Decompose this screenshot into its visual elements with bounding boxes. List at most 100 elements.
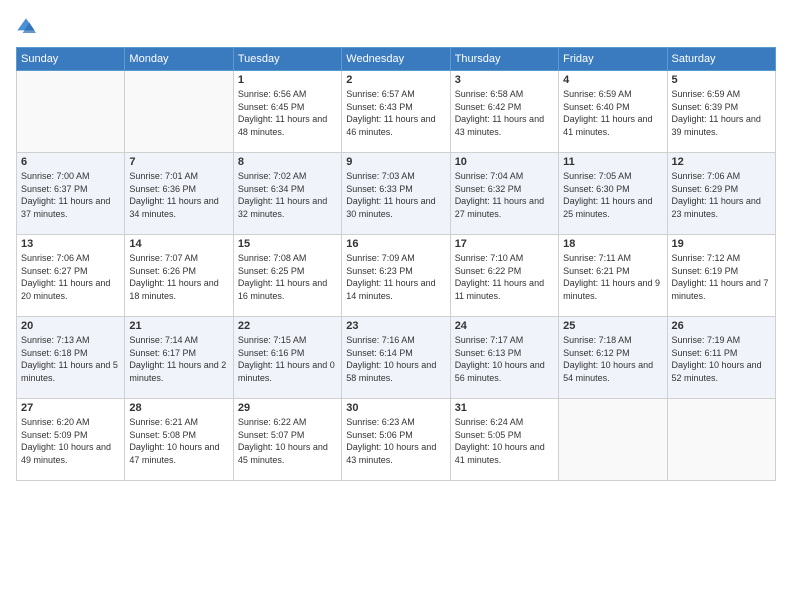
day-info: Sunrise: 6:24 AM Sunset: 5:05 PM Dayligh… [455,416,554,466]
day-info: Sunrise: 7:03 AM Sunset: 6:33 PM Dayligh… [346,170,445,220]
calendar-cell: 10 Sunrise: 7:04 AM Sunset: 6:32 PM Dayli… [450,153,558,235]
weekday-header: Thursday [450,48,558,71]
day-number: 10 [455,156,554,168]
day-number: 26 [672,320,771,332]
weekday-header: Friday [559,48,667,71]
calendar-cell: 5 Sunrise: 6:59 AM Sunset: 6:39 PM Daylig… [667,71,775,153]
calendar-week-row: 20 Sunrise: 7:13 AM Sunset: 6:18 PM Dayli… [17,317,776,399]
day-number: 31 [455,402,554,414]
calendar-week-row: 1Sunrise: 6:56 AM Sunset: 6:45 PM Daylig… [17,71,776,153]
calendar-cell: 9 Sunrise: 7:03 AM Sunset: 6:33 PM Daylig… [342,153,450,235]
day-number: 11 [563,156,662,168]
calendar-cell: 19Sunrise: 7:12 AM Sunset: 6:19 PM Dayli… [667,235,775,317]
day-info: Sunrise: 7:13 AM Sunset: 6:18 PM Dayligh… [21,334,120,384]
weekday-header: Saturday [667,48,775,71]
day-info: Sunrise: 7:18 AM Sunset: 6:12 PM Dayligh… [563,334,662,384]
day-number: 28 [129,402,228,414]
day-number: 7 [129,156,228,168]
calendar-week-row: 13 Sunrise: 7:06 AM Sunset: 6:27 PM Dayli… [17,235,776,317]
calendar-cell: 31 Sunrise: 6:24 AM Sunset: 5:05 PM Dayli… [450,399,558,481]
calendar-cell: 29 Sunrise: 6:22 AM Sunset: 5:07 PM Dayli… [233,399,341,481]
day-info: Sunrise: 7:17 AM Sunset: 6:13 PM Dayligh… [455,334,554,384]
day-info: Sunrise: 7:16 AM Sunset: 6:14 PM Dayligh… [346,334,445,384]
day-info: Sunrise: 7:12 AM Sunset: 6:19 PM Dayligh… [672,252,771,302]
calendar-cell: 27 Sunrise: 6:20 AM Sunset: 5:09 PM Dayli… [17,399,125,481]
calendar-cell: 11 Sunrise: 7:05 AM Sunset: 6:30 PM Dayli… [559,153,667,235]
calendar-cell: 30 Sunrise: 6:23 AM Sunset: 5:06 PM Dayli… [342,399,450,481]
day-number: 25 [563,320,662,332]
day-info: Sunrise: 7:06 AM Sunset: 6:27 PM Dayligh… [21,252,120,302]
calendar-cell: 28 Sunrise: 6:21 AM Sunset: 5:08 PM Dayli… [125,399,233,481]
logo [16,16,40,37]
day-number: 1 [238,74,337,86]
day-number: 6 [21,156,120,168]
calendar-cell: 21 Sunrise: 7:14 AM Sunset: 6:17 PM Dayli… [125,317,233,399]
calendar-week-row: 6 Sunrise: 7:00 AM Sunset: 6:37 PM Daylig… [17,153,776,235]
calendar-cell: 16 Sunrise: 7:09 AM Sunset: 6:23 PM Dayli… [342,235,450,317]
day-info: Sunrise: 6:57 AM Sunset: 6:43 PM Dayligh… [346,88,445,138]
day-info: Sunrise: 6:22 AM Sunset: 5:07 PM Dayligh… [238,416,337,466]
day-number: 9 [346,156,445,168]
calendar-cell: 8Sunrise: 7:02 AM Sunset: 6:34 PM Daylig… [233,153,341,235]
calendar-cell: 23 Sunrise: 7:16 AM Sunset: 6:14 PM Dayli… [342,317,450,399]
header [16,16,776,37]
day-number: 4 [563,74,662,86]
day-number: 2 [346,74,445,86]
calendar-cell [17,71,125,153]
day-number: 14 [129,238,228,250]
calendar-cell: 18Sunrise: 7:11 AM Sunset: 6:21 PM Dayli… [559,235,667,317]
day-number: 3 [455,74,554,86]
weekday-header: Sunday [17,48,125,71]
day-number: 27 [21,402,120,414]
day-info: Sunrise: 7:10 AM Sunset: 6:22 PM Dayligh… [455,252,554,302]
day-number: 15 [238,238,337,250]
day-number: 29 [238,402,337,414]
day-number: 16 [346,238,445,250]
calendar-cell [559,399,667,481]
day-info: Sunrise: 6:21 AM Sunset: 5:08 PM Dayligh… [129,416,228,466]
calendar-cell: 15 Sunrise: 7:08 AM Sunset: 6:25 PM Dayli… [233,235,341,317]
day-info: Sunrise: 6:59 AM Sunset: 6:40 PM Dayligh… [563,88,662,138]
day-number: 13 [21,238,120,250]
day-info: Sunrise: 7:08 AM Sunset: 6:25 PM Dayligh… [238,252,337,302]
day-info: Sunrise: 7:11 AM Sunset: 6:21 PM Dayligh… [563,252,662,302]
calendar-cell: 1Sunrise: 6:56 AM Sunset: 6:45 PM Daylig… [233,71,341,153]
day-info: Sunrise: 7:04 AM Sunset: 6:32 PM Dayligh… [455,170,554,220]
day-info: Sunrise: 6:23 AM Sunset: 5:06 PM Dayligh… [346,416,445,466]
calendar-cell: 26Sunrise: 7:19 AM Sunset: 6:11 PM Dayli… [667,317,775,399]
day-info: Sunrise: 7:07 AM Sunset: 6:26 PM Dayligh… [129,252,228,302]
day-info: Sunrise: 7:15 AM Sunset: 6:16 PM Dayligh… [238,334,337,384]
calendar-cell: 4 Sunrise: 6:59 AM Sunset: 6:40 PM Daylig… [559,71,667,153]
calendar-cell: 13 Sunrise: 7:06 AM Sunset: 6:27 PM Dayli… [17,235,125,317]
day-number: 12 [672,156,771,168]
day-info: Sunrise: 7:00 AM Sunset: 6:37 PM Dayligh… [21,170,120,220]
day-info: Sunrise: 7:05 AM Sunset: 6:30 PM Dayligh… [563,170,662,220]
day-info: Sunrise: 6:58 AM Sunset: 6:42 PM Dayligh… [455,88,554,138]
calendar-cell: 7Sunrise: 7:01 AM Sunset: 6:36 PM Daylig… [125,153,233,235]
day-info: Sunrise: 7:09 AM Sunset: 6:23 PM Dayligh… [346,252,445,302]
day-number: 17 [455,238,554,250]
calendar-cell: 25 Sunrise: 7:18 AM Sunset: 6:12 PM Dayli… [559,317,667,399]
calendar-cell: 24Sunrise: 7:17 AM Sunset: 6:13 PM Dayli… [450,317,558,399]
page: SundayMondayTuesdayWednesdayThursdayFrid… [0,0,792,612]
calendar-cell: 22 Sunrise: 7:15 AM Sunset: 6:16 PM Dayli… [233,317,341,399]
calendar-cell: 20 Sunrise: 7:13 AM Sunset: 6:18 PM Dayli… [17,317,125,399]
calendar-cell: 6 Sunrise: 7:00 AM Sunset: 6:37 PM Daylig… [17,153,125,235]
calendar-cell: 12Sunrise: 7:06 AM Sunset: 6:29 PM Dayli… [667,153,775,235]
day-number: 5 [672,74,771,86]
day-info: Sunrise: 7:14 AM Sunset: 6:17 PM Dayligh… [129,334,228,384]
day-info: Sunrise: 6:20 AM Sunset: 5:09 PM Dayligh… [21,416,120,466]
day-number: 30 [346,402,445,414]
calendar-cell: 17 Sunrise: 7:10 AM Sunset: 6:22 PM Dayli… [450,235,558,317]
day-number: 8 [238,156,337,168]
calendar-cell: 14 Sunrise: 7:07 AM Sunset: 6:26 PM Dayli… [125,235,233,317]
day-number: 22 [238,320,337,332]
weekday-header: Tuesday [233,48,341,71]
calendar-week-row: 27 Sunrise: 6:20 AM Sunset: 5:09 PM Dayli… [17,399,776,481]
day-number: 21 [129,320,228,332]
day-number: 20 [21,320,120,332]
day-number: 23 [346,320,445,332]
calendar-cell: 2 Sunrise: 6:57 AM Sunset: 6:43 PM Daylig… [342,71,450,153]
day-info: Sunrise: 6:59 AM Sunset: 6:39 PM Dayligh… [672,88,771,138]
calendar: SundayMondayTuesdayWednesdayThursdayFrid… [16,47,776,481]
